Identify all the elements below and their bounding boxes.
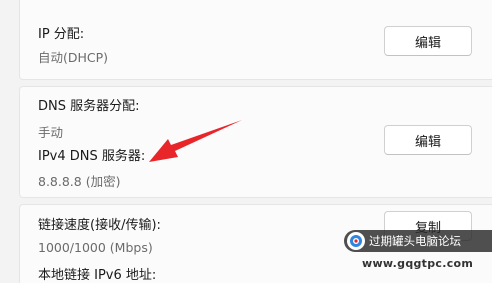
ip-assignment-label: IP 分配: — [38, 27, 85, 42]
watermark-url: www.gqgtpc.com — [362, 257, 474, 270]
ipv6-address-label: 本地链接 IPv6 地址: — [38, 268, 157, 283]
link-speed-label: 链接速度(接收/传输): — [38, 218, 161, 233]
dns-assignment-value: 手动 — [38, 125, 64, 140]
dns-assignment-card: DNS 服务器分配: 手动 IPv4 DNS 服务器: 8.8.8.8 (加密)… — [19, 86, 492, 198]
watermark-title: 过期罐头电脑论坛 — [369, 234, 461, 248]
ipv4-dns-label: IPv4 DNS 服务器: — [38, 149, 146, 164]
link-speed-value: 1000/1000 (Mbps) — [38, 240, 153, 255]
dns-assignment-label: DNS 服务器分配: — [38, 99, 140, 114]
watermark: 过期罐头电脑论坛 www.gqgtpc.com — [344, 226, 492, 283]
watermark-badge: 过期罐头电脑论坛 — [344, 230, 492, 252]
dns-edit-button[interactable]: 编辑 — [384, 125, 472, 155]
forum-logo-icon — [347, 232, 365, 250]
ip-edit-button[interactable]: 编辑 — [384, 26, 472, 56]
ipv4-dns-value: 8.8.8.8 (加密) — [38, 174, 121, 189]
ip-assignment-value: 自动(DHCP) — [38, 50, 109, 65]
ip-assignment-card: IP 分配: 自动(DHCP) 编辑 — [19, 0, 492, 80]
network-properties-page: IP 分配: 自动(DHCP) 编辑 DNS 服务器分配: 手动 IPv4 DN… — [0, 0, 492, 283]
